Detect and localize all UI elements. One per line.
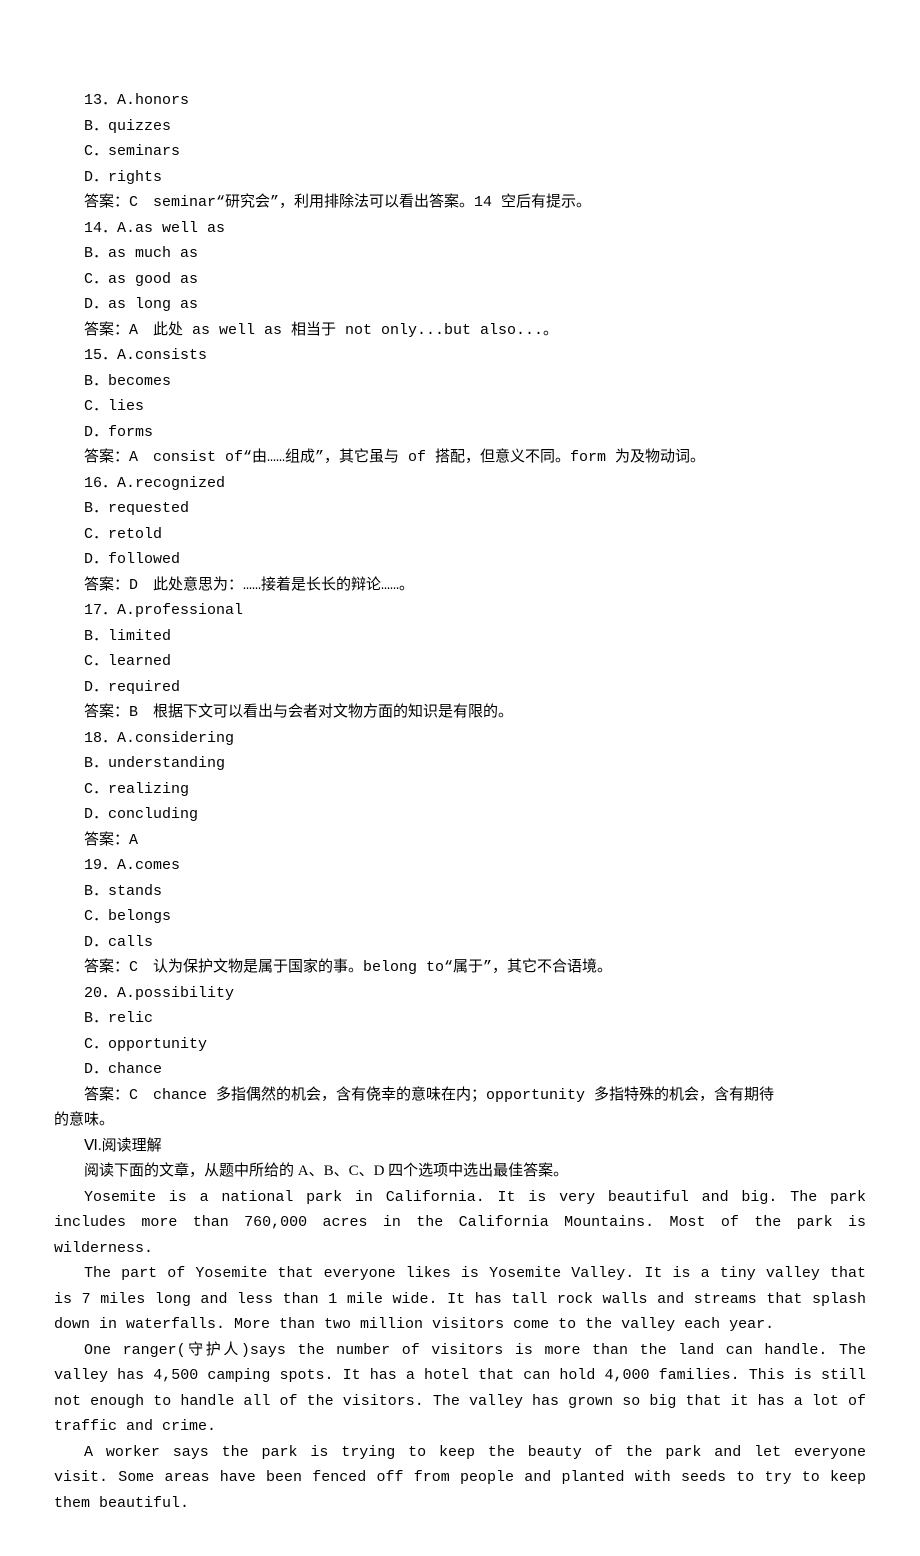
- question-answer: 答案：C chance 多指偶然的机会，含有侥幸的意味在内；opportunit…: [54, 1083, 866, 1134]
- question-option: B．understanding: [54, 751, 866, 777]
- question-option: C．seminars: [54, 139, 866, 165]
- question-lead: 16．A.recognized: [54, 471, 866, 497]
- question-option: D．followed: [54, 547, 866, 573]
- question-option: B．as much as: [54, 241, 866, 267]
- reading-paragraph: The part of Yosemite that everyone likes…: [54, 1261, 866, 1338]
- reading-paragraph: One ranger(守护人)says the number of visito…: [54, 1338, 866, 1440]
- question-answer-line: 答案：C chance 多指偶然的机会，含有侥幸的意味在内；opportunit…: [54, 1083, 866, 1109]
- question-lead: 14．A.as well as: [54, 216, 866, 242]
- reading-paragraph: A worker says the park is trying to keep…: [54, 1440, 866, 1517]
- question-option: D．concluding: [54, 802, 866, 828]
- question-answer: 答案：A 此处 as well as 相当于 not only...but al…: [54, 318, 866, 344]
- document-page: 13．A.honorsB．quizzesC．seminarsD．rights答案…: [0, 0, 920, 1556]
- question-option: C．belongs: [54, 904, 866, 930]
- question-answer: 答案：D 此处意思为：……接着是长长的辩论……。: [54, 573, 866, 599]
- question-option: D．required: [54, 675, 866, 701]
- question-option: D．chance: [54, 1057, 866, 1083]
- questions-container: 13．A.honorsB．quizzesC．seminarsD．rights答案…: [54, 88, 866, 1134]
- question-option: B．limited: [54, 624, 866, 650]
- question-lead: 15．A.consists: [54, 343, 866, 369]
- question-option: C．opportunity: [54, 1032, 866, 1058]
- question-option: C．realizing: [54, 777, 866, 803]
- reading-instruction: 阅读下面的文章，从题中所给的 A、B、C、D 四个选项中选出最佳答案。: [54, 1159, 866, 1185]
- question-option: B．relic: [54, 1006, 866, 1032]
- question-option: C．lies: [54, 394, 866, 420]
- question-lead: 18．A.considering: [54, 726, 866, 752]
- question-option: D．as long as: [54, 292, 866, 318]
- question-option: B．becomes: [54, 369, 866, 395]
- reading-section-title: Ⅵ.阅读理解: [54, 1134, 866, 1160]
- question-lead: 17．A.professional: [54, 598, 866, 624]
- question-answer: 答案：C 认为保护文物是属于国家的事。belong to“属于”，其它不合语境。: [54, 955, 866, 981]
- question-option: D．forms: [54, 420, 866, 446]
- question-option: C．learned: [54, 649, 866, 675]
- question-answer: 答案：A: [54, 828, 866, 854]
- question-answer: 答案：B 根据下文可以看出与会者对文物方面的知识是有限的。: [54, 700, 866, 726]
- question-answer-line: 的意味。: [54, 1108, 866, 1134]
- question-lead: 20．A.possibility: [54, 981, 866, 1007]
- question-option: B．stands: [54, 879, 866, 905]
- question-answer: 答案：A consist of“由……组成”，其它虽与 of 搭配，但意义不同。…: [54, 445, 866, 471]
- question-option: C．retold: [54, 522, 866, 548]
- question-lead: 19．A.comes: [54, 853, 866, 879]
- reading-paragraph: Yosemite is a national park in Californi…: [54, 1185, 866, 1262]
- question-option: B．quizzes: [54, 114, 866, 140]
- question-answer: 答案：C seminar“研究会”，利用排除法可以看出答案。14 空后有提示。: [54, 190, 866, 216]
- reading-passages: Yosemite is a national park in Californi…: [54, 1185, 866, 1517]
- question-option: D．calls: [54, 930, 866, 956]
- question-lead: 13．A.honors: [54, 88, 866, 114]
- question-option: B．requested: [54, 496, 866, 522]
- question-option: C．as good as: [54, 267, 866, 293]
- question-option: D．rights: [54, 165, 866, 191]
